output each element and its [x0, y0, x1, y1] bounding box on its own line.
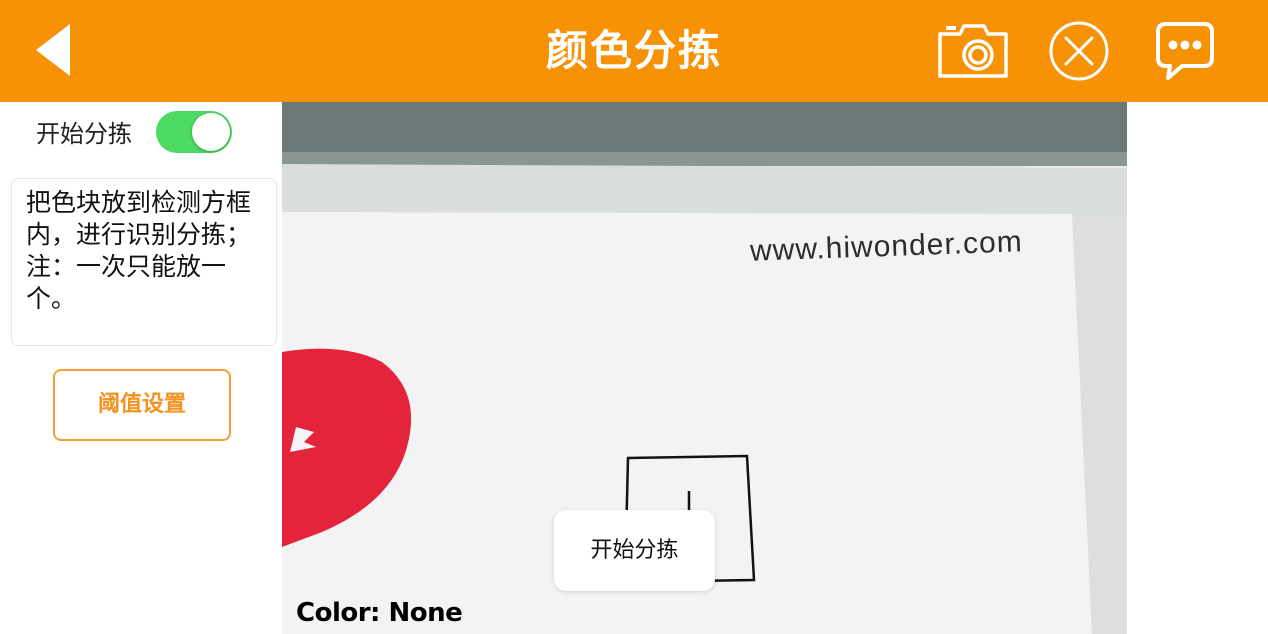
close-circle-icon	[1049, 21, 1109, 81]
app-header: 颜色分拣	[0, 0, 1268, 102]
sorting-toggle[interactable]	[156, 111, 232, 153]
color-readout: Color: None	[296, 598, 463, 628]
threshold-settings-button[interactable]: 阈值设置	[53, 369, 231, 441]
camera-button[interactable]	[934, 16, 1010, 86]
chat-bubble-icon	[1156, 22, 1214, 80]
chat-button[interactable]	[1148, 16, 1224, 86]
close-button[interactable]	[1042, 16, 1118, 86]
back-arrow-icon	[36, 24, 70, 76]
back-button[interactable]	[22, 18, 88, 84]
right-margin	[1127, 102, 1268, 634]
toast-message: 开始分拣	[554, 510, 715, 591]
control-sidebar: 开始分拣 把色块放到检测方框内，进行识别分拣；注：一次只能放一个。 阈值设置	[0, 102, 282, 634]
instructions-card: 把色块放到检测方框内，进行识别分拣；注：一次只能放一个。	[11, 178, 277, 346]
sorting-toggle-label: 开始分拣	[36, 120, 132, 148]
toggle-knob	[192, 113, 230, 151]
camera-icon	[938, 24, 1008, 78]
